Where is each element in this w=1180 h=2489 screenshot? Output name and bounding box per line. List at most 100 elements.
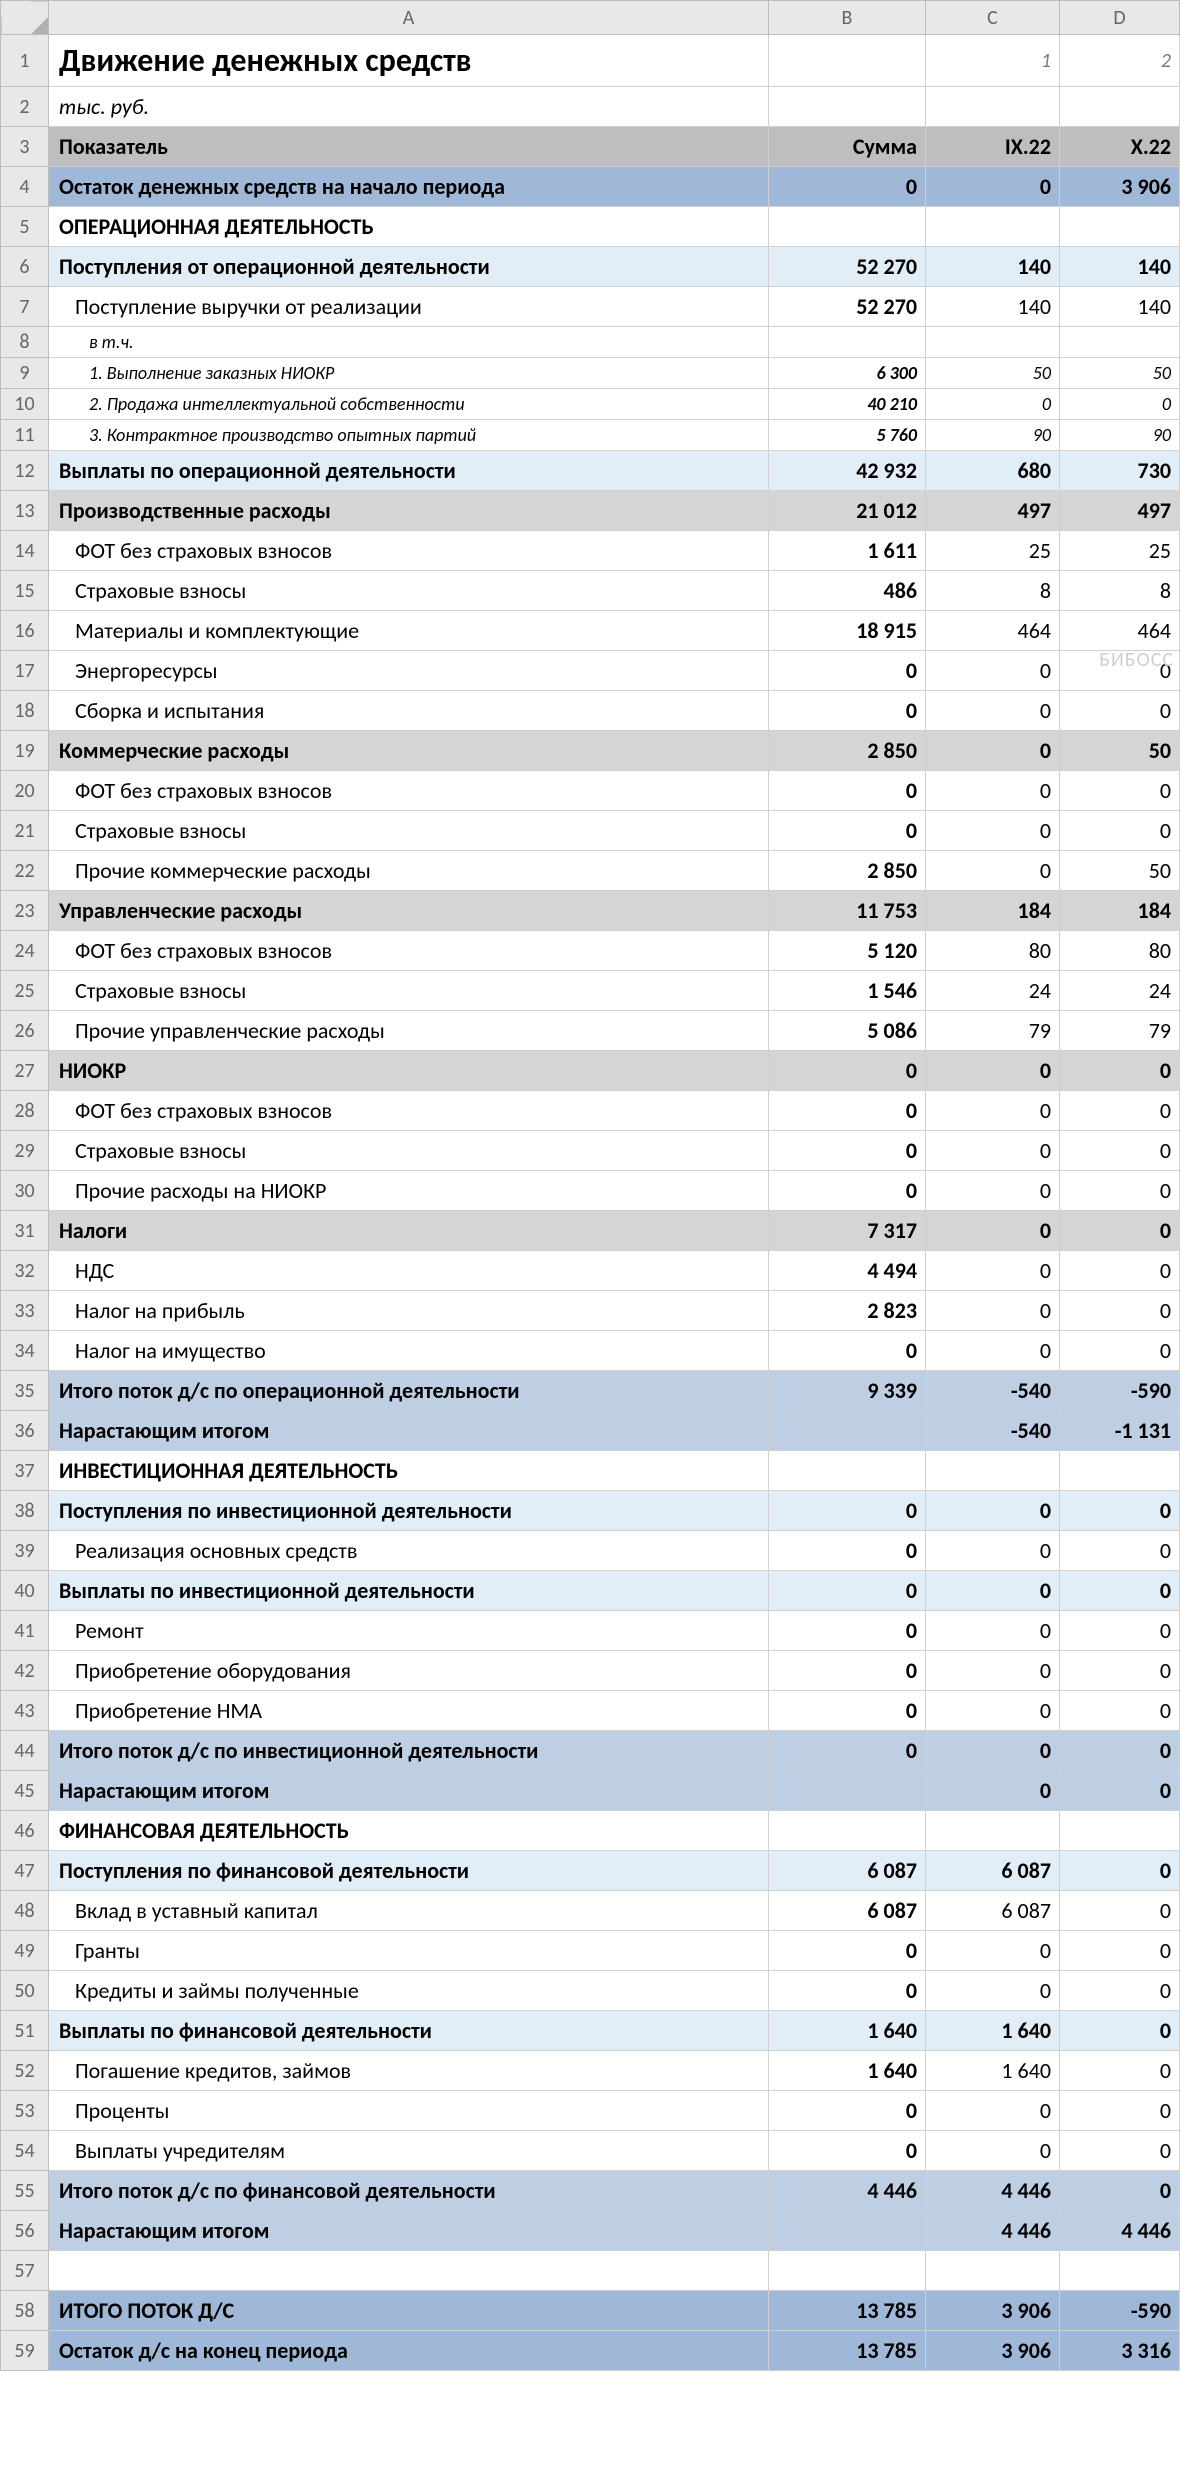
column-header[interactable]: B [769,1,926,35]
cell[interactable] [926,87,1060,127]
cell-period[interactable]: 0 [926,1611,1060,1651]
cell-period[interactable]: 4 446 [1060,2211,1180,2251]
cell-period[interactable]: 3 906 [926,2331,1060,2371]
cell-sum[interactable]: 0 [769,167,926,207]
cell-sum[interactable]: 13 785 [769,2291,926,2331]
cell-period[interactable] [926,1451,1060,1491]
cell-period[interactable]: 1 640 [926,2051,1060,2091]
cell-period[interactable]: 24 [926,971,1060,1011]
cell-period[interactable]: 0 [926,691,1060,731]
cell-period[interactable]: 25 [1060,531,1180,571]
row-header[interactable]: 36 [1,1411,49,1451]
cell-period[interactable]: 0 [1060,2091,1180,2131]
cell-period[interactable]: 50 [1060,851,1180,891]
row-header[interactable]: 17 [1,651,49,691]
cell-sum[interactable]: 0 [769,1931,926,1971]
cell-period[interactable]: 0 [926,651,1060,691]
cell-period[interactable] [1060,1451,1180,1491]
row-header[interactable]: 32 [1,1251,49,1291]
cell-sum[interactable]: 0 [769,1731,926,1771]
cell-period[interactable]: 79 [1060,1011,1180,1051]
cell-period[interactable]: 0 [926,1571,1060,1611]
cell-period[interactable]: 0 [1060,771,1180,811]
cell-sum[interactable]: 5 760 [769,420,926,451]
row-header[interactable]: 47 [1,1851,49,1891]
row-header[interactable]: 2 [1,87,49,127]
row-header[interactable]: 3 [1,127,49,167]
row-header[interactable]: 13 [1,491,49,531]
cell-period[interactable]: 0 [1060,1891,1180,1931]
cell-sum[interactable]: 4 494 [769,1251,926,1291]
cell-period[interactable]: 50 [1060,358,1180,389]
row-header[interactable]: 54 [1,2131,49,2171]
cell-period[interactable]: 0 [1060,1691,1180,1731]
cell-period[interactable]: 0 [926,1491,1060,1531]
cell-sum[interactable] [769,327,926,358]
cell-period[interactable]: 0 [1060,651,1180,691]
row-header[interactable]: 50 [1,1971,49,2011]
cell-sum[interactable]: 6 300 [769,358,926,389]
cell-period[interactable] [1060,1811,1180,1851]
cell-period[interactable]: 0 [926,1211,1060,1251]
cell-period[interactable]: 0 [1060,811,1180,851]
row-header[interactable]: 57 [1,2251,49,2291]
cell-period[interactable]: 0 [926,1971,1060,2011]
cell-period[interactable]: 0 [926,2131,1060,2171]
row-header[interactable]: 53 [1,2091,49,2131]
cell-period[interactable]: 4 446 [926,2211,1060,2251]
row-header[interactable]: 58 [1,2291,49,2331]
cell-period[interactable]: 8 [926,571,1060,611]
cell-period[interactable] [1060,2251,1180,2291]
cell-period[interactable]: 0 [926,1291,1060,1331]
cell-period[interactable]: 0 [1060,1571,1180,1611]
row-header[interactable]: 4 [1,167,49,207]
row-header[interactable]: 41 [1,1611,49,1651]
row-header[interactable]: 23 [1,891,49,931]
cell-period[interactable] [926,2251,1060,2291]
row-header[interactable]: 34 [1,1331,49,1371]
cell-sum[interactable]: 52 270 [769,247,926,287]
cell-period[interactable]: -1 131 [1060,1411,1180,1451]
cell-period[interactable]: 0 [926,1051,1060,1091]
cell-period[interactable]: 184 [1060,891,1180,931]
row-header[interactable]: 42 [1,1651,49,1691]
row-header[interactable]: 16 [1,611,49,651]
cell-period[interactable]: 0 [926,731,1060,771]
cell-period[interactable]: 80 [1060,931,1180,971]
cell-period[interactable]: 0 [1060,2171,1180,2211]
cell-period[interactable] [1060,207,1180,247]
cell-period[interactable]: 0 [926,389,1060,420]
column-header[interactable]: A [49,1,769,35]
cell-period[interactable]: 3 316 [1060,2331,1180,2371]
cell-period[interactable]: 730 [1060,451,1180,491]
cell-period[interactable]: 50 [926,358,1060,389]
column-header[interactable]: C [926,1,1060,35]
cell-period[interactable]: 0 [926,1651,1060,1691]
cell-sum[interactable]: 1 640 [769,2011,926,2051]
cell-sum[interactable]: 2 823 [769,1291,926,1331]
cell-sum[interactable]: 0 [769,1691,926,1731]
cell-sum[interactable] [769,207,926,247]
cell-sum[interactable]: 6 087 [769,1891,926,1931]
cell-period[interactable]: 0 [926,1931,1060,1971]
cell-sum[interactable]: 0 [769,1531,926,1571]
cell[interactable]: 1 [926,35,1060,87]
cell-period[interactable]: 0 [1060,1291,1180,1331]
row-header[interactable]: 30 [1,1171,49,1211]
cell-sum[interactable]: 7 317 [769,1211,926,1251]
cell-period[interactable]: 680 [926,451,1060,491]
cell-sum[interactable]: 0 [769,1171,926,1211]
cell-period[interactable]: 0 [926,1531,1060,1571]
row-header[interactable]: 22 [1,851,49,891]
cell-sum[interactable]: 9 339 [769,1371,926,1411]
cell-period[interactable]: 0 [1060,1611,1180,1651]
cell-sum[interactable] [769,2251,926,2291]
row-header[interactable]: 29 [1,1131,49,1171]
row-header[interactable]: 48 [1,1891,49,1931]
cell-period[interactable]: 3 906 [1060,167,1180,207]
cell-period[interactable]: 0 [926,1691,1060,1731]
row-header[interactable]: 25 [1,971,49,1011]
cell[interactable] [769,87,926,127]
row-header[interactable]: 33 [1,1291,49,1331]
cell-period[interactable]: 140 [926,287,1060,327]
